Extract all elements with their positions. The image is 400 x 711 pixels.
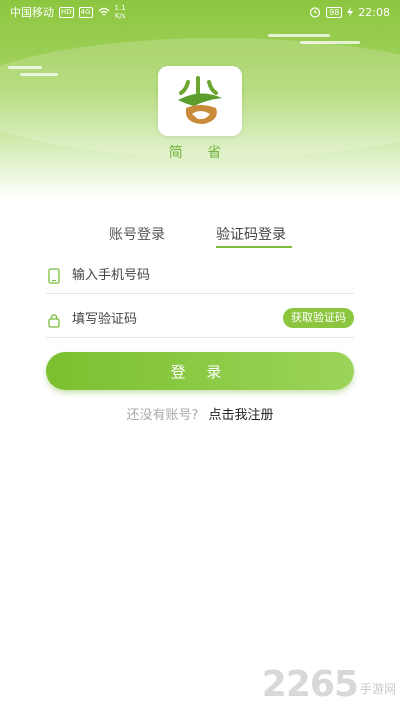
cloud-decoration bbox=[8, 66, 42, 69]
battery-indicator: 98 bbox=[326, 6, 343, 18]
tab-account-login[interactable]: 账号登录 bbox=[109, 224, 165, 244]
phone-icon bbox=[46, 267, 62, 285]
charging-icon bbox=[347, 7, 354, 17]
network-speed: 1.1 K/s bbox=[115, 4, 126, 20]
cloud-decoration bbox=[20, 73, 58, 76]
sprout-logo-icon bbox=[178, 76, 222, 124]
login-button[interactable]: 登 录 bbox=[46, 352, 354, 390]
clock: 22:08 bbox=[358, 5, 390, 19]
lock-icon bbox=[46, 311, 62, 329]
cloud-decoration bbox=[268, 34, 330, 37]
hd-badge: HD bbox=[59, 6, 74, 18]
app-name: 简 省 bbox=[168, 145, 232, 161]
login-tabs: 账号登录 验证码登录 bbox=[0, 224, 400, 254]
alarm-icon bbox=[310, 7, 321, 18]
register-prompt: 还没有账号? 点击我注册 bbox=[0, 404, 400, 423]
speed-value: 1.1 bbox=[114, 4, 126, 12]
phone-field bbox=[46, 258, 354, 294]
get-code-button[interactable]: 获取验证码 bbox=[283, 308, 354, 328]
active-tab-indicator bbox=[216, 246, 292, 248]
network-badge: 4G bbox=[78, 6, 93, 18]
watermark-logo: 2265 手游网 bbox=[262, 664, 396, 705]
tab-code-login[interactable]: 验证码登录 bbox=[216, 224, 286, 244]
app-logo bbox=[158, 66, 242, 136]
phone-input[interactable] bbox=[72, 262, 354, 289]
wifi-icon bbox=[98, 7, 110, 16]
speed-unit: K/s bbox=[114, 12, 126, 20]
carrier-label: 中国移动 bbox=[10, 6, 54, 19]
register-question: 还没有账号? bbox=[126, 408, 199, 423]
status-bar: 中国移动 HD 4G 1.1 K/s 98 22:08 bbox=[0, 0, 400, 24]
cloud-decoration bbox=[300, 41, 360, 44]
register-link[interactable]: 点击我注册 bbox=[209, 408, 274, 423]
code-field: 获取验证码 bbox=[46, 302, 354, 338]
watermark-number: 2265 bbox=[261, 664, 359, 705]
watermark-text: 手游网 bbox=[359, 682, 396, 696]
